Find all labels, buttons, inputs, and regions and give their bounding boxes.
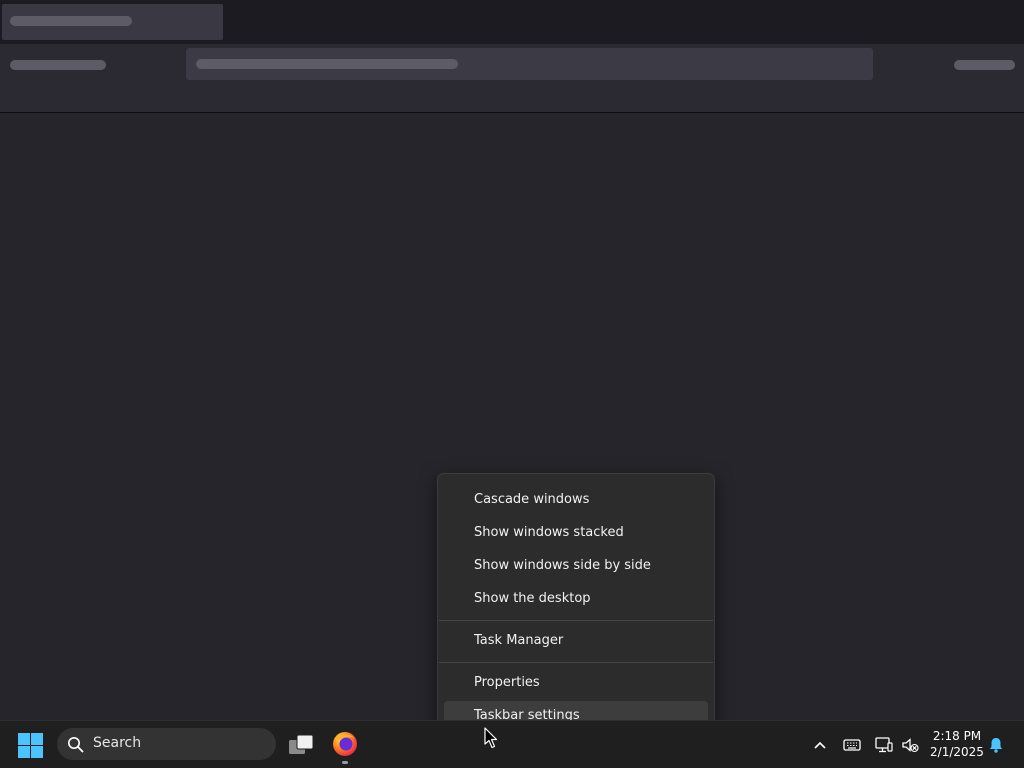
- search-label: Search: [93, 735, 142, 751]
- menu-item-show-windows-stacked[interactable]: Show windows stacked: [444, 518, 708, 548]
- menu-item-label: Show the desktop: [474, 591, 591, 606]
- network-icon[interactable]: [874, 735, 894, 755]
- speaker-muted-icon[interactable]: [900, 735, 920, 755]
- menu-item-properties[interactable]: Properties: [444, 668, 708, 698]
- clock-time: 2:18 PM: [932, 729, 982, 743]
- taskbar: Search 2:18 PM 2/1/2025: [0, 720, 1024, 768]
- running-indicator: [342, 761, 348, 764]
- nav-buttons-placeholder: [10, 60, 106, 70]
- menu-item-show-the-desktop[interactable]: Show the desktop: [444, 584, 708, 614]
- taskbar-context-menu: Cascade windows Show windows stacked Sho…: [437, 473, 715, 742]
- chevron-up-icon[interactable]: [810, 735, 830, 755]
- browser-toolbar: [0, 44, 1024, 113]
- windows-start-icon[interactable]: [18, 733, 44, 759]
- menu-item-label: Show windows side by side: [474, 558, 651, 573]
- notification-bell-icon[interactable]: [986, 735, 1006, 755]
- search-icon: [68, 737, 84, 753]
- address-bar[interactable]: [186, 48, 873, 80]
- firefox-icon[interactable]: [332, 731, 358, 757]
- mouse-pointer-icon: [484, 727, 498, 749]
- menu-item-label: Properties: [474, 675, 540, 690]
- menu-item-show-windows-side-by-side[interactable]: Show windows side by side: [444, 551, 708, 581]
- clock-date: 2/1/2025: [930, 745, 984, 759]
- tab-strip: [0, 0, 1024, 44]
- task-view-icon[interactable]: [288, 732, 316, 758]
- menu-separator: [439, 620, 713, 621]
- toolbar-actions-placeholder: [954, 60, 1015, 70]
- menu-separator: [439, 662, 713, 663]
- menu-item-task-manager[interactable]: Task Manager: [444, 626, 708, 656]
- taskbar-search-box[interactable]: Search: [57, 728, 276, 760]
- tab-title-placeholder: [10, 16, 132, 26]
- menu-item-cascade-windows[interactable]: Cascade windows: [444, 485, 708, 515]
- menu-item-label: Cascade windows: [474, 492, 590, 507]
- menu-item-label: Task Manager: [474, 633, 564, 648]
- taskbar-clock[interactable]: 2:18 PM 2/1/2025: [926, 728, 988, 760]
- keyboard-icon[interactable]: [842, 735, 862, 755]
- address-text-placeholder: [196, 59, 458, 69]
- browser-tab[interactable]: [2, 4, 223, 40]
- menu-item-label: Show windows stacked: [474, 525, 624, 540]
